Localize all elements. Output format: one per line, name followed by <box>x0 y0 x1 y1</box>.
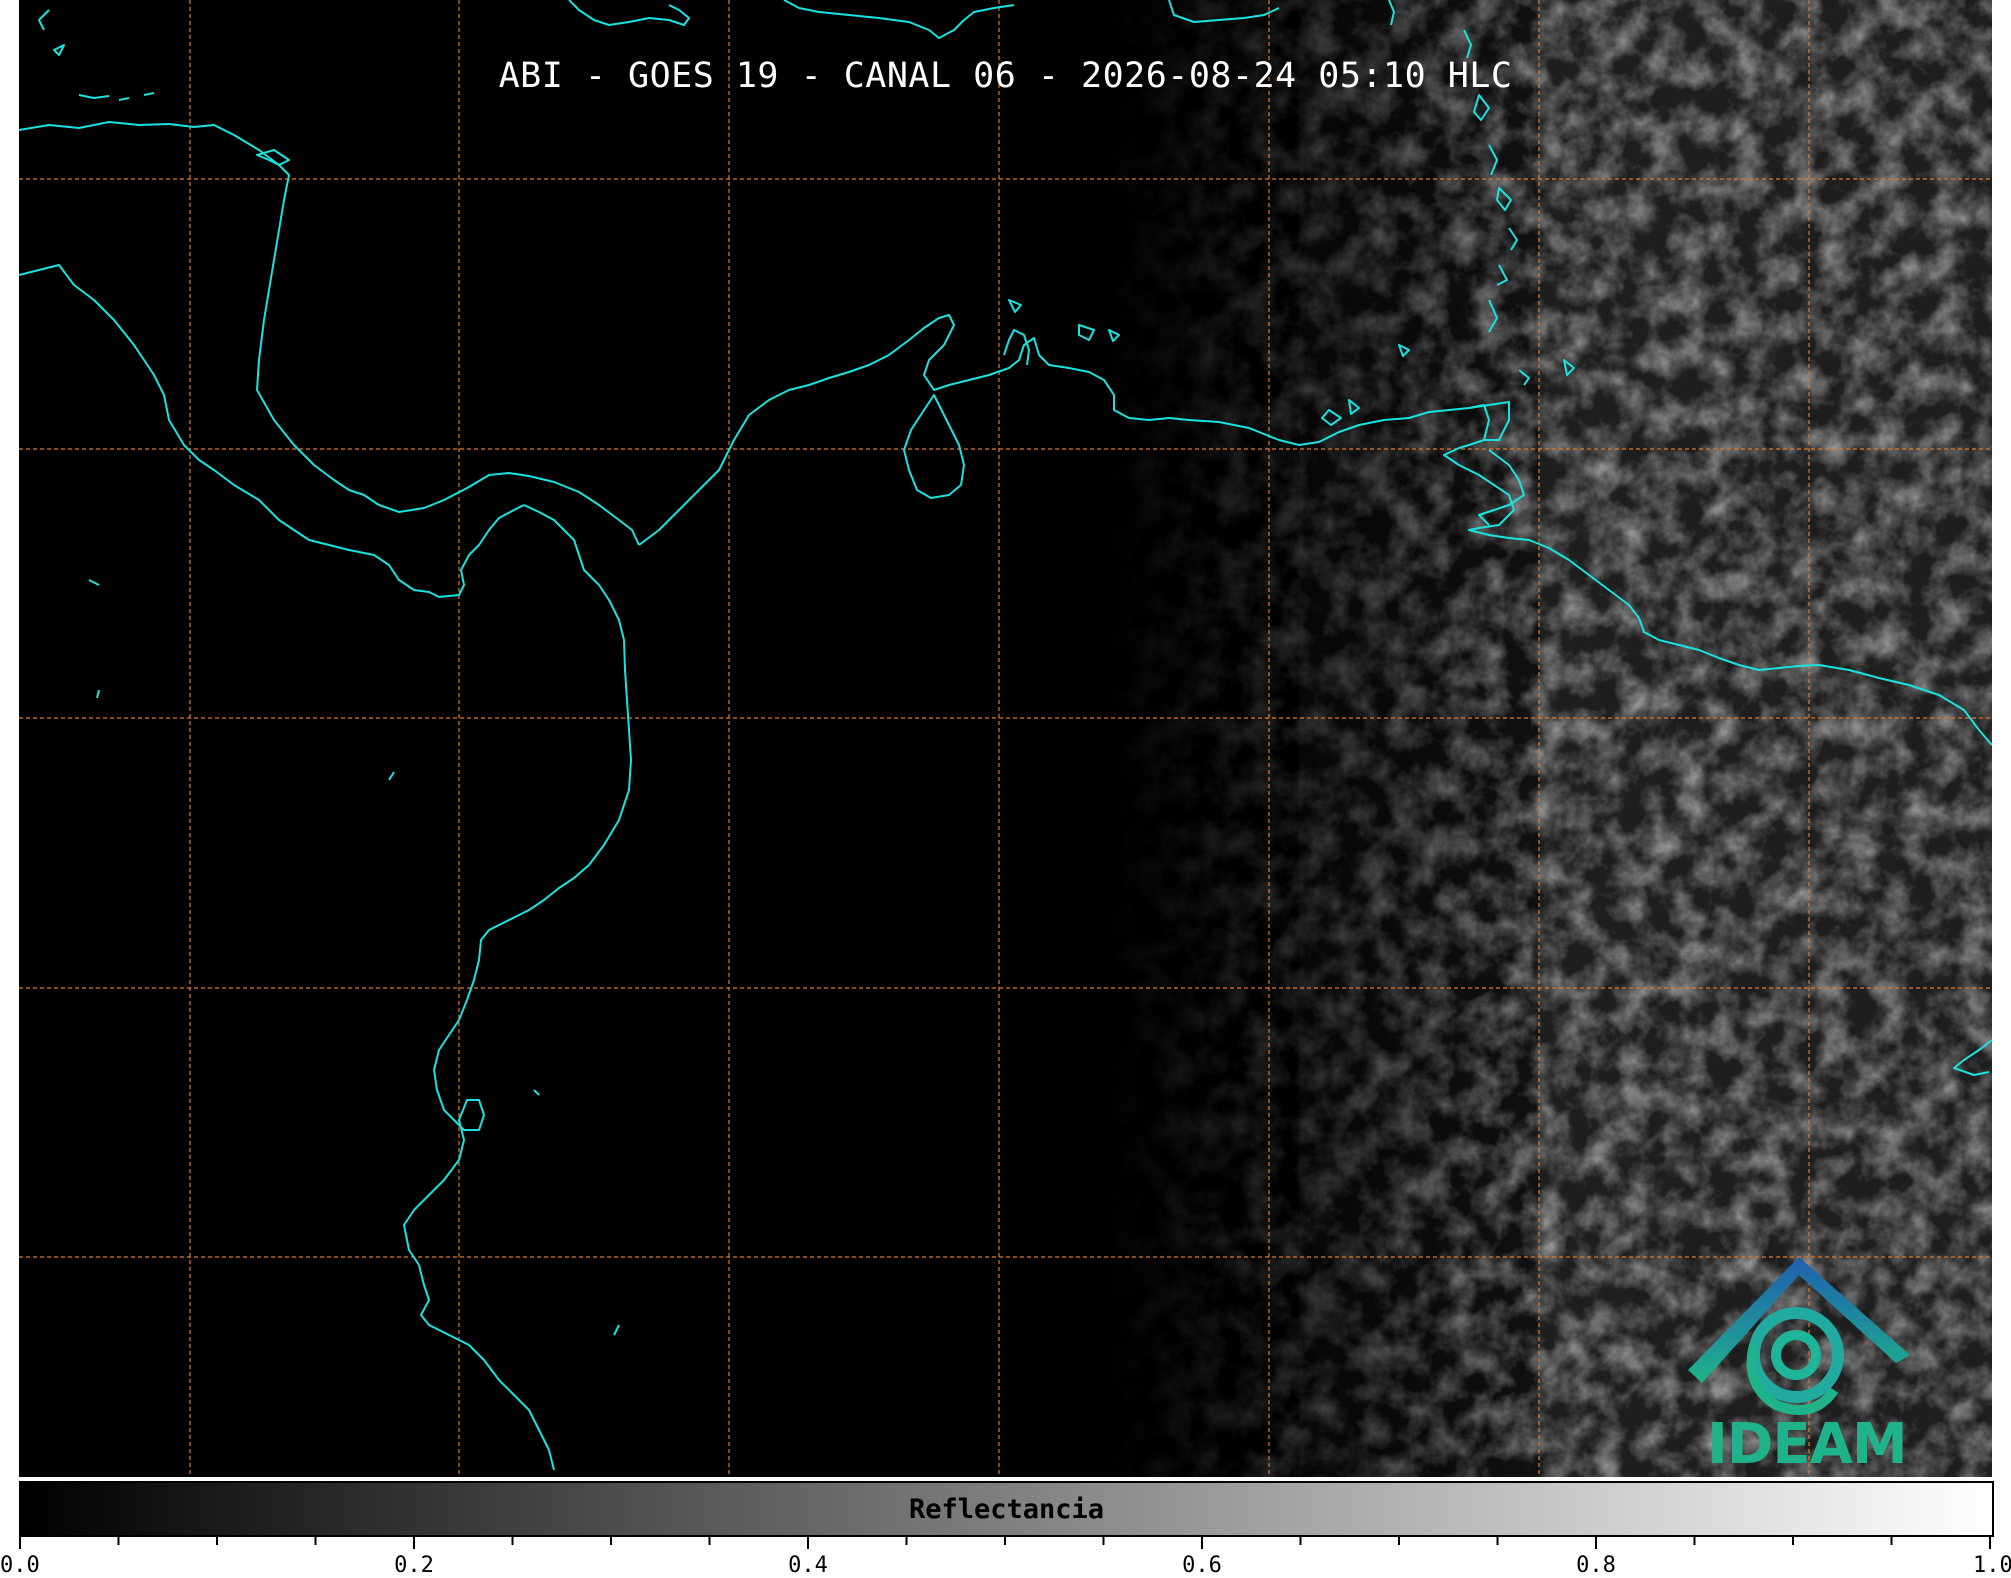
colorbar-tick-label: 0.6 <box>1182 1553 1222 1578</box>
satellite-image-panel: ABI - GOES 19 - CANAL 06 - 2026-08-24 05… <box>19 0 1992 1477</box>
ideam-logo-text: IDEAM <box>1707 1412 1908 1477</box>
colorbar-tick-label: 0.2 <box>394 1553 434 1578</box>
colorbar-ticks <box>19 1537 1991 1549</box>
map-title: ABI - GOES 19 - CANAL 06 - 2026-08-24 05… <box>498 56 1513 96</box>
colorbar: Reflectancia <box>19 1481 1994 1537</box>
colorbar-tick-label: 0.4 <box>788 1553 828 1578</box>
colorbar-tick-label: 0.0 <box>0 1553 40 1578</box>
colorbar-label: Reflectancia <box>908 1494 1105 1525</box>
colorbar-tick-label: 0.8 <box>1576 1553 1616 1578</box>
colorbar-tick-label: 1.0 <box>1973 1553 2011 1578</box>
